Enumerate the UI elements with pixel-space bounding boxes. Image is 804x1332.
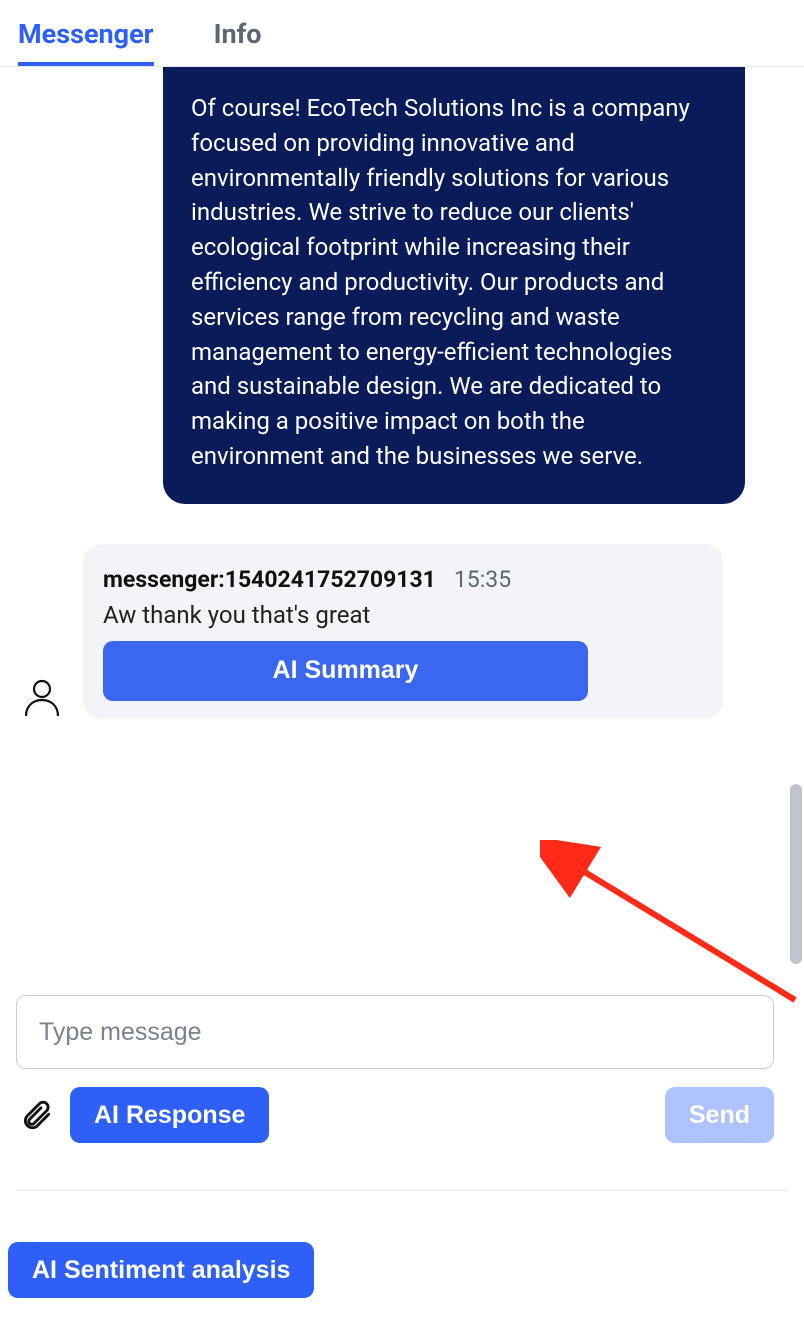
agent-message-bubble: Of course! EcoTech Solutions Inc is a co…: [163, 67, 745, 504]
agent-message-text: Of course! EcoTech Solutions Inc is a co…: [191, 94, 690, 470]
ai-sentiment-button[interactable]: AI Sentiment analysis: [8, 1242, 314, 1298]
user-message-header: messenger:1540241752709131 15:35: [103, 566, 703, 593]
ai-summary-button[interactable]: AI Summary: [103, 641, 588, 701]
attachment-icon[interactable]: [16, 1095, 56, 1135]
tab-info[interactable]: Info: [214, 18, 262, 66]
compose-area: AI Response Send: [0, 980, 804, 1143]
divider: [16, 1190, 788, 1191]
user-avatar-icon: [19, 673, 65, 719]
user-message-row: messenger:1540241752709131 15:35 Aw than…: [15, 544, 789, 719]
user-message-bubble: messenger:1540241752709131 15:35 Aw than…: [83, 544, 723, 719]
user-sender-id: messenger:1540241752709131: [103, 566, 436, 593]
compose-toolbar: AI Response Send: [16, 1087, 788, 1143]
send-button[interactable]: Send: [665, 1087, 774, 1143]
message-input[interactable]: [16, 995, 774, 1069]
tabs: Messenger Info: [0, 0, 804, 67]
ai-response-button[interactable]: AI Response: [70, 1087, 269, 1143]
user-message-time: 15:35: [454, 566, 511, 593]
tab-messenger[interactable]: Messenger: [18, 18, 154, 66]
conversation-pane: Of course! EcoTech Solutions Inc is a co…: [0, 67, 804, 967]
user-message-text: Aw thank you that's great: [103, 601, 703, 629]
scrollbar[interactable]: [790, 64, 804, 964]
scrollbar-thumb[interactable]: [790, 784, 802, 964]
